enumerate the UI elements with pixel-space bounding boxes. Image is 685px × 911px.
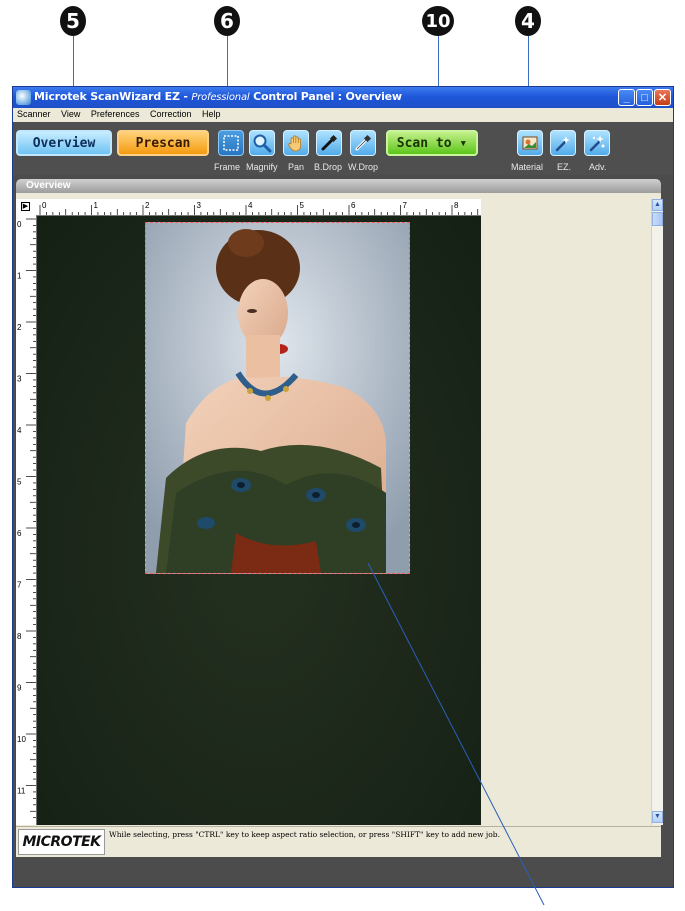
callout-leader-overlay [367, 562, 545, 906]
